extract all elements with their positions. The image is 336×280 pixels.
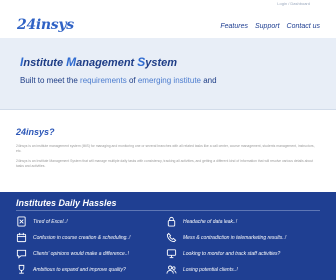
hassle-item-telemarketing: Mess & contradiction in telemarketing re…: [166, 232, 286, 243]
hassle-label: Looking to monitor and track staff activ…: [183, 250, 281, 257]
divider: [16, 210, 320, 211]
hero-subtitle-text: and: [201, 76, 217, 85]
hero-banner: Institute Management System Built to mee…: [0, 38, 336, 110]
excel-icon: [16, 216, 27, 227]
header: 24insys Features Support Contact us: [0, 8, 336, 38]
about-section: 24insys? 24insys is an institute managem…: [0, 110, 336, 192]
hassle-item-excel: Tired of Excel..!: [16, 216, 68, 227]
hero-subtitle-highlight: requirements: [80, 76, 127, 85]
hassle-label: Headache of data leak..!: [183, 218, 238, 225]
hero-subtitle: Built to meet the requirements of emergi…: [20, 76, 217, 85]
hassle-item-monitor: Looking to monitor and track staff activ…: [166, 248, 280, 259]
nav-support[interactable]: Support: [255, 23, 280, 30]
hassle-item-opinions: Clients' opinions would make a differenc…: [16, 248, 129, 259]
about-paragraph: 24insys is an institute management syste…: [16, 144, 315, 153]
phone-icon: [166, 232, 177, 243]
hero-subtitle-highlight: emerging institute: [137, 76, 201, 85]
main-nav: Features Support Contact us: [220, 23, 320, 30]
hassle-item-expand: Ambitious to expand and improve quality?: [16, 264, 126, 275]
trophy-icon: [16, 264, 27, 275]
hero-title-rest: anagement: [76, 57, 138, 69]
hero-subtitle-text: of: [126, 76, 138, 85]
hassle-label: Mess & contradiction in telemarketing re…: [183, 234, 287, 241]
hassle-label: Tired of Excel..!: [33, 218, 68, 225]
about-title: 24insys?: [16, 127, 55, 137]
users-icon: [166, 264, 177, 275]
hero-subtitle-text: Built to meet the: [20, 76, 81, 85]
lock-icon: [166, 216, 177, 227]
hassle-item-clients: Losing potential clients..!: [166, 264, 238, 275]
hassle-label: Losing potential clients..!: [183, 266, 238, 273]
hero-title-rest: nstitute: [23, 57, 67, 69]
top-utility-bar: Login / Dashboard: [0, 0, 336, 8]
hassles-section: Institutes Daily Hassles Tired of Excel.…: [0, 192, 336, 280]
about-paragraph: 24insys is an Institute Management Syste…: [16, 159, 314, 168]
logo[interactable]: 24insys: [17, 17, 74, 33]
hassle-item-data-leak: Headache of data leak..!: [166, 216, 237, 227]
monitor-icon: [166, 248, 177, 259]
calendar-icon: [16, 232, 27, 243]
hassle-label: Ambitious to expand and improve quality?: [33, 266, 126, 273]
nav-contact-us[interactable]: Contact us: [287, 23, 320, 30]
login-dashboard-link[interactable]: Login / Dashboard: [277, 1, 310, 6]
hassle-item-course: Confusion in course creation & schedulin…: [16, 232, 131, 243]
hero-title-initial: M: [66, 55, 77, 69]
nav-features[interactable]: Features: [220, 23, 248, 30]
hassle-label: Confusion in course creation & schedulin…: [33, 234, 131, 241]
hero-title: Institute Management System: [20, 55, 177, 69]
hassles-title: Institutes Daily Hassles: [16, 198, 117, 208]
chat-icon: [16, 248, 27, 259]
hassle-label: Clients' opinions would make a differenc…: [33, 250, 130, 257]
hero-title-rest: ystem: [145, 57, 178, 69]
